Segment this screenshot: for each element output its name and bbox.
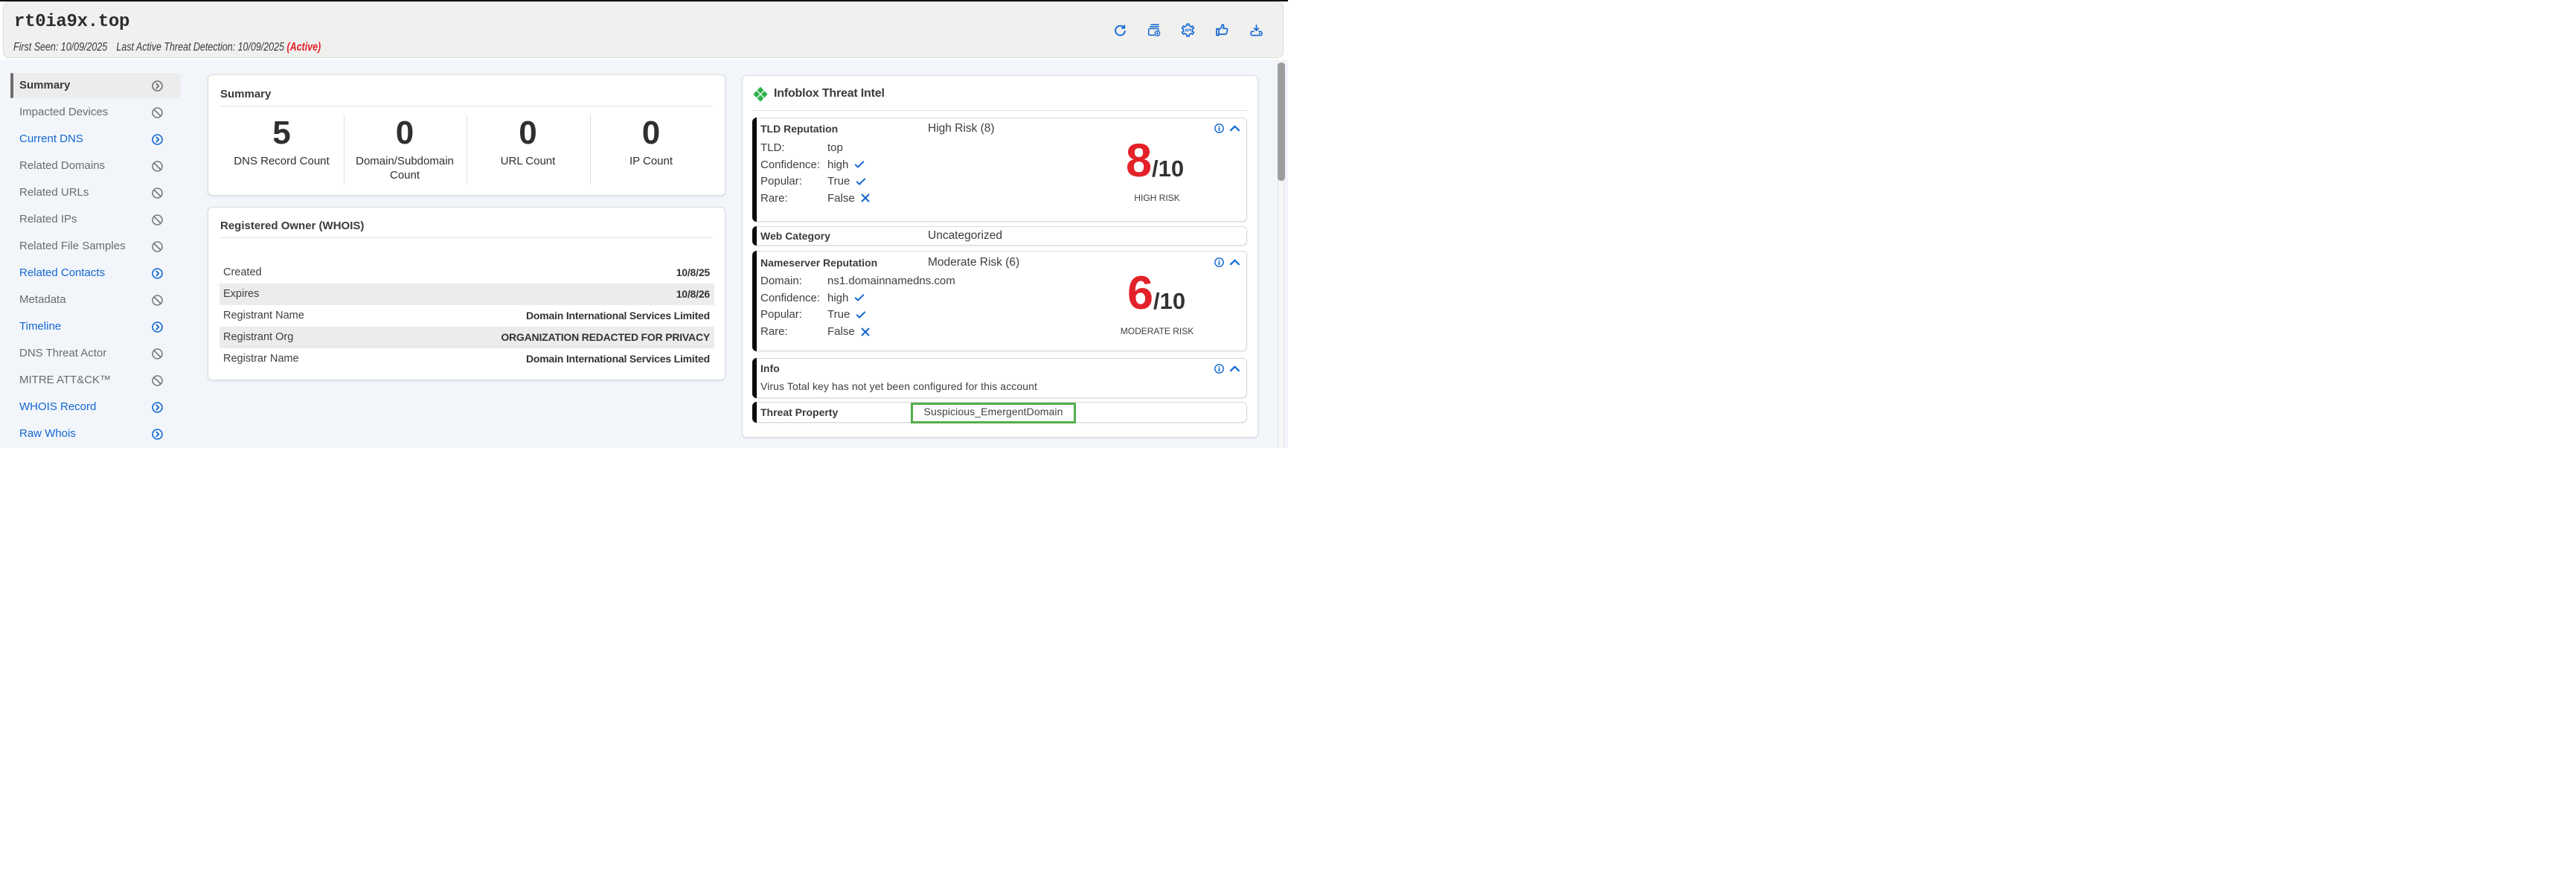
svg-text:API: API [1185,29,1192,33]
